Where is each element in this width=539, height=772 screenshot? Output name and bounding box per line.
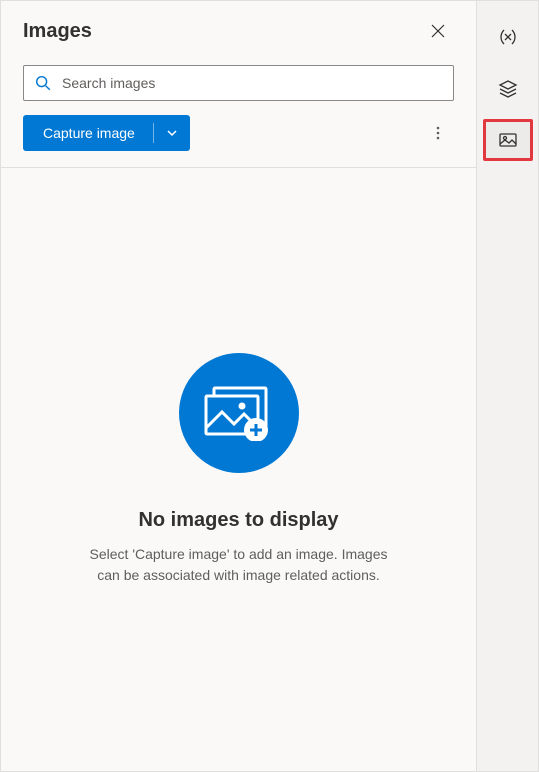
chevron-down-icon <box>166 127 178 139</box>
panel-title: Images <box>23 20 92 43</box>
image-add-icon <box>204 386 274 441</box>
image-icon <box>498 130 518 150</box>
layers-icon <box>498 79 518 99</box>
empty-state: No images to display Select 'Capture ima… <box>1 167 476 771</box>
capture-image-button[interactable]: Capture image <box>23 115 153 151</box>
empty-state-title: No images to display <box>138 509 338 532</box>
sidebar-item-ui-elements[interactable] <box>486 67 530 111</box>
sidebar-item-images[interactable] <box>483 119 533 161</box>
search-icon <box>34 74 52 92</box>
images-panel: Images Capture image <box>0 0 477 772</box>
close-icon <box>431 24 445 38</box>
empty-state-icon-circle <box>179 353 299 473</box>
search-container <box>1 57 476 115</box>
right-sidebar <box>477 0 539 772</box>
more-options-button[interactable] <box>422 117 454 149</box>
search-input[interactable] <box>62 75 443 91</box>
close-button[interactable] <box>422 15 454 47</box>
empty-state-description: Select 'Capture image' to add an image. … <box>79 544 399 586</box>
variables-icon <box>498 27 518 47</box>
capture-split-button: Capture image <box>23 115 190 151</box>
toolbar: Capture image <box>1 115 476 167</box>
sidebar-item-variables[interactable] <box>486 15 530 59</box>
panel-header: Images <box>1 1 476 57</box>
search-box[interactable] <box>23 65 454 101</box>
more-vertical-icon <box>430 125 446 141</box>
capture-dropdown-button[interactable] <box>154 115 190 151</box>
